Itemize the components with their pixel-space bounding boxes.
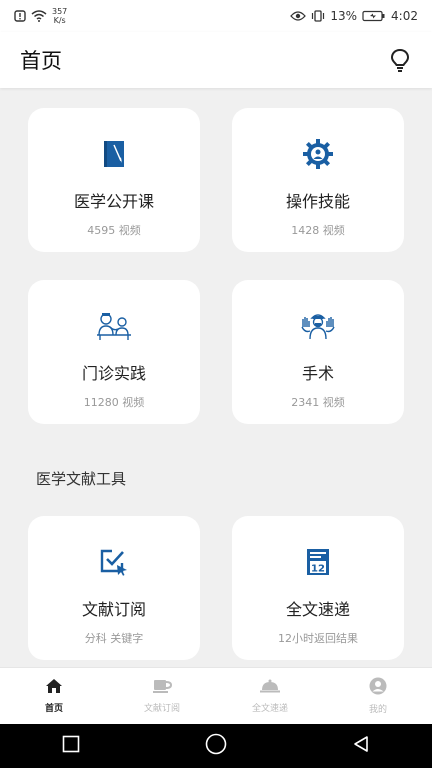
- status-left: 357 K/s: [14, 7, 67, 25]
- book-pen-icon: [101, 138, 127, 170]
- gear-person-icon: [302, 138, 334, 170]
- card-clinic-practice[interactable]: 门诊实践 11280 视频: [28, 280, 200, 424]
- nav-fulltext-delivery[interactable]: 全文速递: [216, 678, 324, 714]
- alert-icon: [14, 10, 26, 22]
- nav-label: 全文速递: [251, 704, 288, 714]
- checkbox-cursor-icon: [99, 546, 129, 578]
- nav-home[interactable]: 首页: [0, 678, 108, 714]
- card-operation-skills[interactable]: 操作技能 1428 视频: [232, 108, 404, 252]
- speed-unit: K/s: [53, 16, 66, 25]
- wifi-icon: [31, 10, 47, 22]
- battery-icon: [362, 10, 386, 22]
- card-subtitle: 2341 视频: [291, 396, 345, 409]
- card-subtitle: 1428 视频: [291, 224, 345, 237]
- card-title: 操作技能: [285, 192, 350, 211]
- card-subtitle: 11280 视频: [83, 396, 145, 409]
- vibrate-icon: [311, 10, 325, 22]
- recent-apps-icon[interactable]: [62, 735, 80, 757]
- card-fulltext-delivery[interactable]: 12 全文速递 12小时返回结果: [232, 516, 404, 660]
- cloche-icon: [259, 678, 281, 698]
- doctor-patient-icon: [96, 310, 132, 342]
- card-title: 手术: [301, 364, 334, 383]
- eye-icon: [290, 11, 307, 21]
- card-title: 全文速递: [285, 600, 350, 619]
- nav-profile[interactable]: 我的: [324, 677, 432, 715]
- network-speed: 357 K/s: [52, 7, 67, 25]
- home-circle-icon[interactable]: [205, 733, 227, 759]
- card-medical-open-course[interactable]: 医学公开课 4595 视频: [28, 108, 200, 252]
- cup-icon: [152, 678, 173, 698]
- svg-text:12: 12: [311, 564, 325, 575]
- nav-label: 文献订阅: [143, 704, 180, 714]
- status-bar: 357 K/s 13% 4:02: [0, 0, 432, 32]
- user-icon: [369, 677, 387, 699]
- card-title: 门诊实践: [81, 364, 146, 383]
- speed-value: 357: [52, 7, 68, 16]
- system-navigation-bar: [0, 724, 432, 768]
- surgeon-icon: [301, 310, 335, 342]
- card-title: 医学公开课: [73, 192, 154, 211]
- calendar-12-icon: 12: [305, 546, 331, 578]
- card-subtitle: 4595 视频: [87, 224, 141, 237]
- nav-label: 首页: [44, 704, 63, 714]
- nav-label: 我的: [368, 705, 387, 715]
- card-subtitle: 分科 关键字: [84, 632, 144, 645]
- card-subtitle: 12小时返回结果: [278, 632, 358, 645]
- clock: 4:02: [391, 9, 418, 23]
- card-literature-subscription[interactable]: 文献订阅 分科 关键字: [28, 516, 200, 660]
- lightbulb-icon[interactable]: [388, 48, 412, 72]
- status-right: 13% 4:02: [290, 9, 418, 23]
- bottom-navigation: 首页 文献订阅 全文速递 我的: [0, 667, 432, 724]
- battery-percent: 13%: [330, 9, 358, 23]
- page-title: 首页: [20, 49, 62, 73]
- section-title: 医学文献工具: [36, 470, 127, 488]
- back-triangle-icon[interactable]: [352, 735, 370, 757]
- card-title: 文献订阅: [81, 600, 146, 619]
- app-header: 首页: [0, 32, 432, 88]
- home-icon: [45, 678, 63, 698]
- nav-literature-subscription[interactable]: 文献订阅: [108, 678, 216, 714]
- card-surgery[interactable]: 手术 2341 视频: [232, 280, 404, 424]
